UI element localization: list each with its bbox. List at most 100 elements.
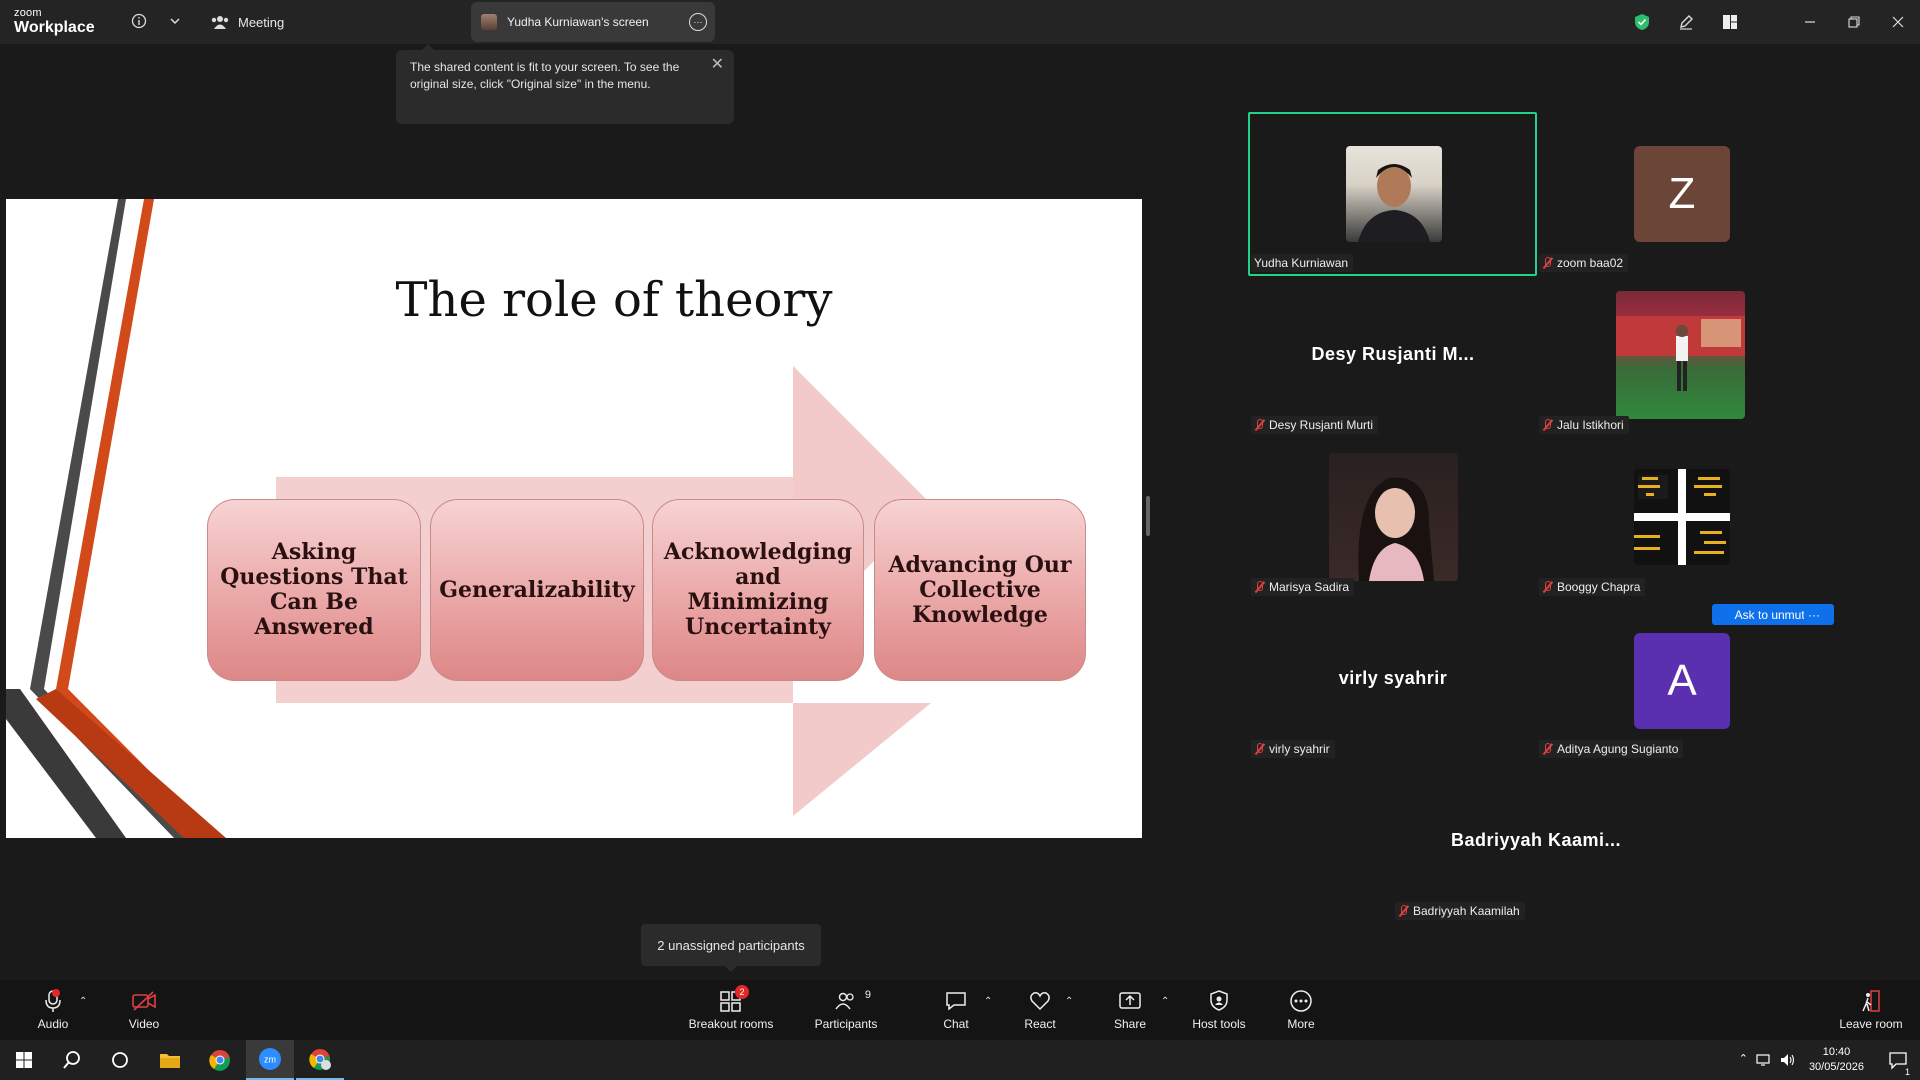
shared-screen-tab[interactable]: Yudha Kurniawan's screen ··· — [471, 2, 715, 42]
screen-tab-label: Yudha Kurniawan's screen — [507, 15, 649, 29]
share-label: Share — [1113, 1017, 1147, 1031]
view-layout-icon[interactable] — [1708, 0, 1752, 44]
clock-time: 10:40 — [1822, 1046, 1851, 1058]
participant-name-tag: zoom baa02 — [1539, 254, 1629, 272]
participant-name-tag: Yudha Kurniawan — [1251, 254, 1354, 272]
react-label: React — [1024, 1017, 1056, 1031]
video-button[interactable]: Video — [124, 980, 164, 1040]
info-icon[interactable] — [128, 10, 150, 32]
booggy-profile-image — [1634, 469, 1730, 565]
share-screen-icon — [1118, 989, 1142, 1013]
chevron-down-icon[interactable] — [164, 10, 186, 32]
restore-icon[interactable] — [1832, 0, 1876, 44]
muted-mic-icon — [1254, 581, 1265, 593]
participant-name: Desy Rusjanti Murti — [1269, 418, 1374, 432]
audio-label: Audio — [37, 1017, 69, 1031]
host-shield-icon — [1209, 989, 1229, 1013]
participant-name-tag: Booggy Chapra — [1539, 578, 1646, 596]
svg-text:zm: zm — [264, 1055, 276, 1065]
shared-slide: The role of theory Asking Questions That… — [6, 199, 1142, 838]
meeting-tab[interactable]: Meeting — [210, 0, 284, 44]
windows-taskbar: zm ⌃ 10:40 30/05/2026 1 — [0, 1040, 1920, 1080]
window-controls — [1620, 0, 1920, 44]
zoom-window: zoom Workplace Meeting Yudha Kurniawan's… — [0, 0, 1920, 1080]
muted-mic-icon — [1398, 905, 1409, 917]
share-options-caret-icon[interactable]: ⌃ — [1161, 996, 1169, 1007]
screen-options-icon[interactable]: ··· — [689, 13, 707, 31]
minimize-icon[interactable] — [1788, 0, 1832, 44]
participant-name: Marisya Sadira — [1269, 580, 1350, 594]
leave-room-button[interactable]: Leave room — [1838, 980, 1904, 1040]
chat-options-caret-icon[interactable]: ⌃ — [984, 996, 992, 1007]
muted-mic-icon — [1542, 743, 1553, 755]
more-button[interactable]: More — [1286, 980, 1316, 1040]
chat-button[interactable]: Chat — [942, 980, 970, 1040]
tray-chevron-icon[interactable]: ⌃ — [1739, 1052, 1748, 1065]
breakout-badge: 2 — [735, 985, 749, 999]
participant-name: Badriyyah Kaamilah — [1413, 904, 1520, 918]
search-icon[interactable] — [48, 1040, 96, 1080]
tooltip-text: The shared content is fit to your screen… — [410, 60, 680, 91]
splitter-handle[interactable] — [1146, 496, 1150, 536]
participant-more-button[interactable]: ··· — [1804, 604, 1824, 625]
participant-display-name: Desy Rusjanti M... — [1311, 344, 1475, 364]
leave-label: Leave room — [1839, 1017, 1903, 1031]
top-bar: zoom Workplace Meeting Yudha Kurniawan's… — [0, 0, 1920, 44]
file-explorer-icon[interactable] — [146, 1040, 194, 1080]
muted-mic-icon — [1254, 743, 1265, 755]
security-shield-icon[interactable] — [1620, 0, 1664, 44]
avatar-letter-a: A — [1634, 633, 1730, 729]
chrome-profile-icon[interactable] — [296, 1040, 344, 1080]
windows-start-icon[interactable] — [0, 1040, 48, 1080]
audio-options-caret-icon[interactable]: ⌃ — [79, 996, 87, 1007]
system-clock[interactable]: 10:40 30/05/2026 — [1809, 1045, 1864, 1075]
jalu-video — [1616, 291, 1745, 419]
close-icon[interactable] — [1876, 0, 1920, 44]
participants-label: Participants — [814, 1017, 878, 1031]
participant-name-tag: Aditya Agung Sugianto — [1539, 740, 1684, 758]
logo-small-text: zoom — [14, 7, 42, 19]
theory-box-advancing-knowledge: Advancing Our Collective Knowledge — [874, 499, 1086, 681]
fit-screen-tooltip: The shared content is fit to your screen… — [396, 44, 734, 124]
react-options-caret-icon[interactable]: ⌃ — [1065, 996, 1073, 1007]
clock-date: 30/05/2026 — [1808, 1061, 1864, 1073]
meeting-tab-label: Meeting — [238, 14, 285, 30]
muted-mic-icon — [1254, 419, 1265, 431]
mic-muted-icon — [43, 989, 63, 1013]
participant-display-name: Badriyyah Kaami... — [1450, 830, 1622, 850]
breakout-rooms-button[interactable]: 2 Breakout rooms — [686, 980, 776, 1040]
audio-button[interactable]: Audio — [30, 980, 76, 1040]
participant-name: virly syahrir — [1269, 742, 1330, 756]
leave-door-icon — [1859, 989, 1883, 1013]
participant-name-tag: Jalu Istikhori — [1539, 416, 1629, 434]
participant-name: zoom baa02 — [1557, 256, 1624, 270]
more-label: More — [1287, 1017, 1315, 1031]
cortana-icon[interactable] — [96, 1040, 144, 1080]
volume-icon[interactable] — [1780, 1053, 1796, 1072]
host-tools-label: Host tools — [1192, 1017, 1246, 1031]
network-icon[interactable] — [1756, 1053, 1772, 1072]
host-tools-button[interactable]: Host tools — [1190, 980, 1248, 1040]
chat-icon — [945, 989, 967, 1013]
annotate-pen-icon[interactable] — [1664, 0, 1708, 44]
notifications-icon[interactable]: 1 — [1888, 1050, 1910, 1077]
close-icon[interactable]: ✕ — [711, 56, 724, 73]
participant-name: Jalu Istikhori — [1557, 418, 1624, 432]
participant-name: Aditya Agung Sugianto — [1557, 742, 1679, 756]
react-button[interactable]: React — [1024, 980, 1056, 1040]
theory-box-generalizability: Generalizability — [430, 499, 644, 681]
slide-title: The role of theory — [395, 272, 833, 328]
video-off-icon — [131, 989, 157, 1013]
participant-name-tag: Desy Rusjanti Murti — [1251, 416, 1379, 434]
participants-count: 9 — [864, 989, 871, 1001]
presenter-avatar — [481, 14, 497, 30]
muted-mic-icon — [1542, 257, 1553, 269]
participants-button[interactable]: 9 Participants — [812, 980, 880, 1040]
share-button[interactable]: Share — [1114, 980, 1146, 1040]
logo-main-text: Workplace — [14, 19, 95, 36]
avatar-letter-z: Z — [1634, 146, 1730, 242]
zoom-taskbar-icon[interactable]: zm — [246, 1040, 294, 1080]
chrome-icon[interactable] — [196, 1040, 244, 1080]
participant-display-name: virly syahrir — [1338, 668, 1448, 688]
participant-name-tag: Marisya Sadira — [1251, 578, 1355, 596]
